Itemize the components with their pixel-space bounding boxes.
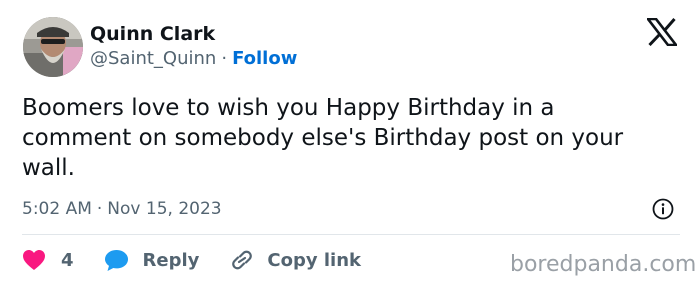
author-handle-row: @Saint_Quinn · Follow — [90, 47, 297, 71]
like-button[interactable]: 4 — [22, 249, 74, 271]
avatar-photo — [23, 17, 83, 77]
tweet-text: Boomers love to wish you Happy Birthday … — [22, 95, 624, 181]
tweet-date: Nov 15, 2023 — [107, 199, 222, 219]
follow-button[interactable]: Follow — [232, 48, 297, 69]
action-bar: 4 Reply Copy link — [22, 246, 361, 274]
timestamp-separator: · — [96, 199, 103, 219]
copy-link-label: Copy link — [267, 249, 361, 271]
reply-label: Reply — [142, 249, 200, 271]
info-icon[interactable] — [652, 198, 674, 220]
link-icon — [232, 250, 253, 270]
speech-bubble-icon — [104, 249, 128, 271]
watermark: boredpanda.com — [510, 252, 697, 277]
copy-link-button[interactable]: Copy link — [229, 248, 361, 272]
author-name[interactable]: Quinn Clark — [90, 22, 215, 46]
x-logo-icon[interactable] — [647, 18, 677, 46]
tweet-time: 5:02 AM — [22, 199, 92, 219]
heart-icon — [23, 250, 45, 270]
reply-button[interactable]: Reply — [104, 249, 200, 272]
author-handle[interactable]: @Saint_Quinn — [90, 48, 216, 69]
tweet-timestamp[interactable]: 5:02 AM · Nov 15, 2023 — [22, 198, 222, 220]
like-count: 4 — [61, 249, 74, 271]
avatar[interactable] — [23, 17, 83, 77]
handle-separator: · — [221, 48, 228, 69]
divider — [22, 234, 680, 235]
